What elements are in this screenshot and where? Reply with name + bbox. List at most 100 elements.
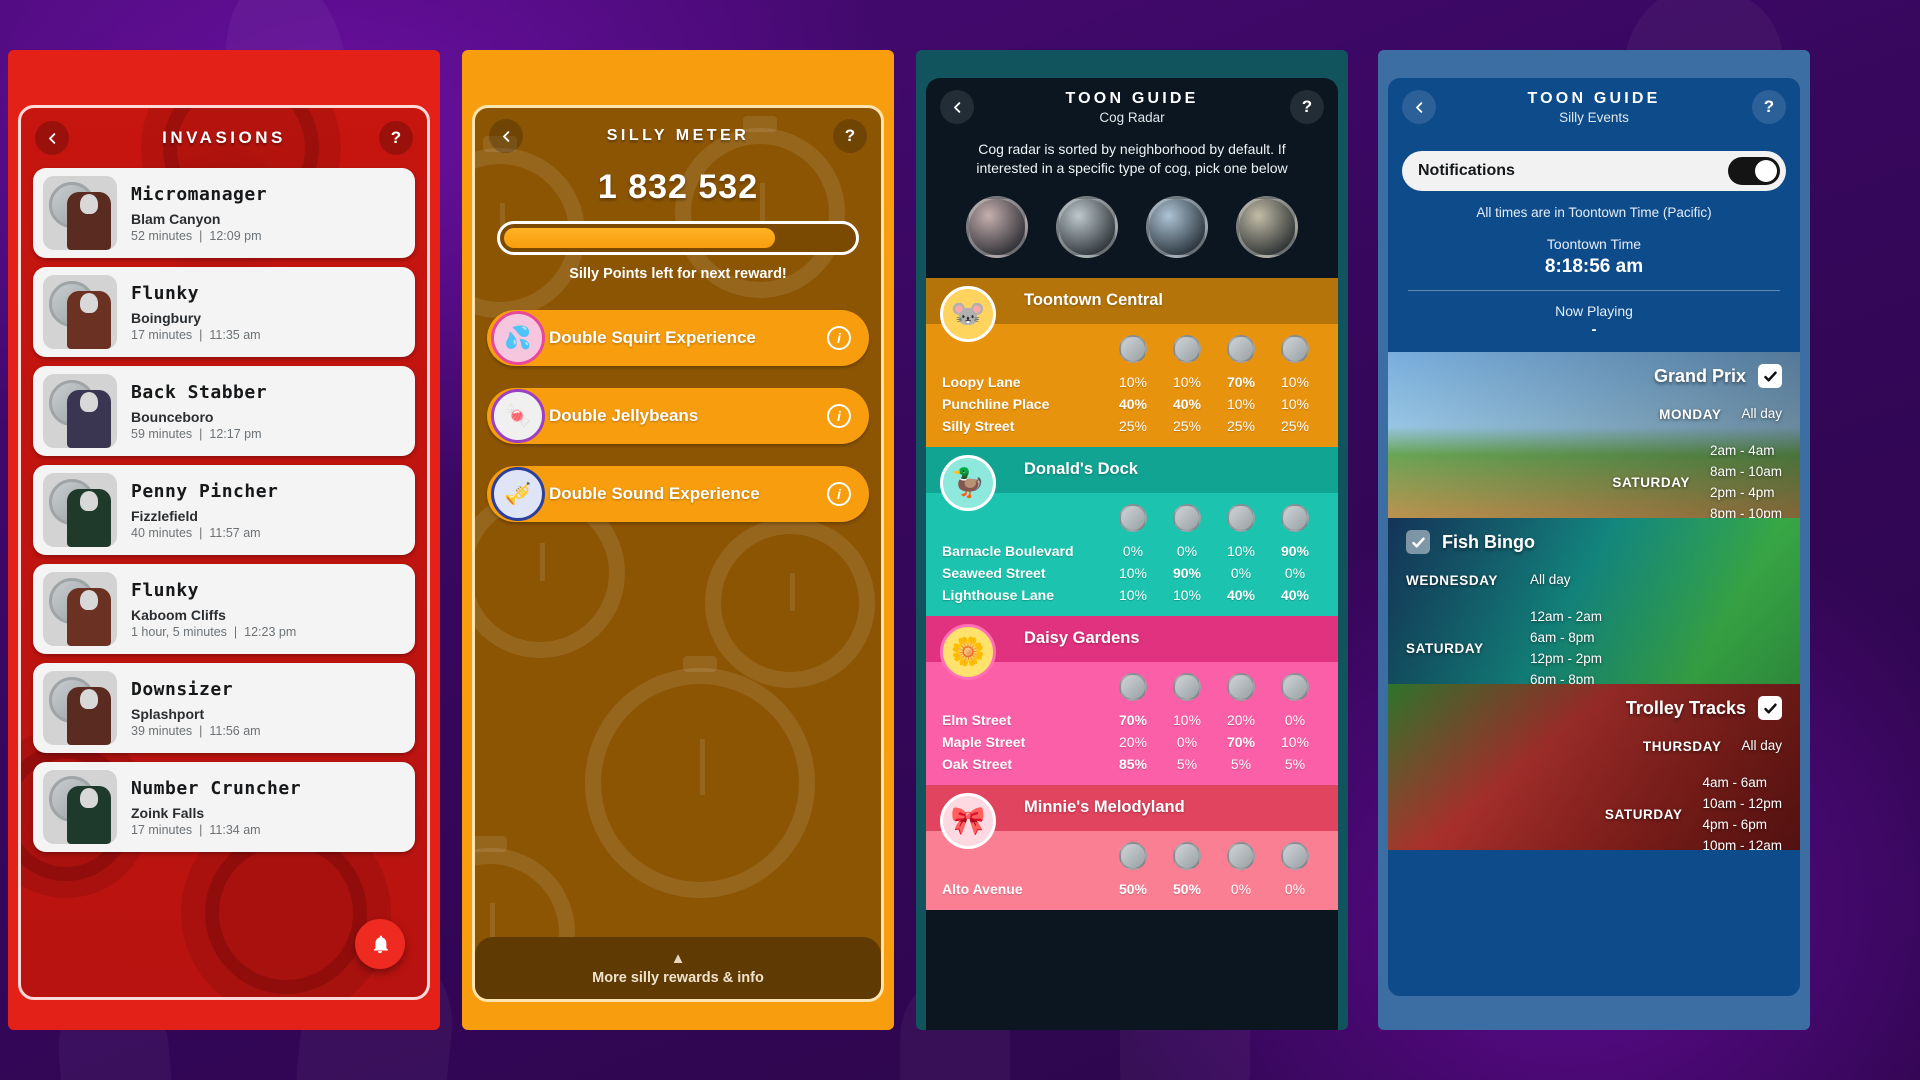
neighborhood-section: 🦆 Donald's Dock Barnacle Boulevard 0% 0% 10% 9… <box>926 446 1338 616</box>
cog-head <box>80 392 98 412</box>
event-tile[interactable]: Fish Bingo WEDNESDAY All day SATURDAY 12am -… <box>1388 518 1800 684</box>
street-row: Silly Street 25% 25% 25% 25% <box>942 415 1322 437</box>
toggle-knob <box>1755 160 1777 182</box>
check-icon <box>1763 703 1777 713</box>
invasion-cog-name: Downsizer <box>131 678 234 700</box>
silly-points-value: 1 832 532 <box>597 168 759 206</box>
neighborhood-section: 🐭 Toontown Central Loopy Lane 10% 10% 70% 10% P… <box>926 277 1338 447</box>
event-checkbox[interactable] <box>1406 530 1430 554</box>
event-tile[interactable]: Trolley Tracks THURSDAY All day SATURDAY 4am… <box>1388 684 1800 850</box>
neighborhood-name: Minnie's Melodyland <box>1024 798 1185 817</box>
street-row: Punchline Place 40% 40% 10% 10% <box>942 393 1322 415</box>
column-header <box>1268 501 1322 540</box>
info-icon[interactable]: i <box>827 482 851 506</box>
event-day: SATURDAY <box>1406 641 1484 657</box>
back-button[interactable] <box>940 90 974 124</box>
silly-reward-row[interactable]: 💦 Double Squirt Experience i <box>487 310 869 366</box>
event-schedule-row: WEDNESDAY All day <box>1406 562 1782 591</box>
bossbot-icon <box>1119 334 1147 363</box>
notifications-toggle[interactable] <box>1728 157 1780 185</box>
invasion-row[interactable]: Flunky Boingbury 17 minutes | 11:35 am <box>33 267 415 357</box>
invasion-timing: 52 minutes | 12:09 pm <box>131 229 405 243</box>
cog-radar-header: TOON GUIDE Cog Radar ? <box>926 78 1338 134</box>
notifications-bell-button[interactable] <box>355 919 405 969</box>
invasion-cog-name: Number Cruncher <box>131 777 302 799</box>
cog-body <box>67 390 111 448</box>
invasion-row[interactable]: Back Stabber Bounceboro 59 minutes | 12:17 p… <box>33 366 415 456</box>
lawbot-icon[interactable] <box>1056 195 1118 258</box>
separator: | <box>199 525 203 540</box>
invasion-district: Kaboom Cliffs <box>131 606 226 623</box>
now-playing-value: - <box>1591 321 1597 338</box>
invasion-row[interactable]: Downsizer Splashport 39 minutes | 11:56 am <box>33 663 415 753</box>
invasion-timing: 39 minutes | 11:56 am <box>131 724 405 738</box>
event-checkbox[interactable] <box>1758 696 1782 720</box>
help-button[interactable]: ? <box>1752 90 1786 124</box>
silly-reward-row[interactable]: 🍬 Double Jellybeans i <box>487 388 869 444</box>
event-time: 12am - 2am <box>1530 608 1603 624</box>
sellbot-icon[interactable] <box>1236 195 1298 258</box>
invasion-start-time: 12:17 pm <box>209 426 262 441</box>
event-name: Fish Bingo <box>1442 531 1535 552</box>
event-time: 10pm - 12am <box>1702 837 1782 850</box>
invasion-row[interactable]: Micromanager Blam Canyon 52 minutes | 12:09 … <box>33 168 415 258</box>
info-icon[interactable]: i <box>827 404 851 428</box>
donald-avatar: 🦆 <box>940 454 996 511</box>
cashbot-icon <box>1227 503 1255 532</box>
column-header <box>1160 501 1214 540</box>
neighborhood-body: Barnacle Boulevard 0% 0% 10% 90% Seaweed Stre… <box>926 492 1338 616</box>
invasion-duration: 1 hour, 5 minutes <box>131 624 227 639</box>
silly-reward-row[interactable]: 🎺 Double Sound Experience i <box>487 466 869 522</box>
event-checkbox[interactable] <box>1758 364 1782 388</box>
cashbot-icon[interactable] <box>1146 195 1208 258</box>
info-icon[interactable]: i <box>827 326 851 350</box>
help-button[interactable]: ? <box>379 121 413 155</box>
column-header <box>1160 332 1214 371</box>
cog-percent-cell: 20% <box>1226 711 1256 728</box>
column-header <box>1160 670 1214 709</box>
street-name: Punchline Place <box>942 395 1050 412</box>
reward-label: Double Jellybeans <box>549 406 699 425</box>
notifications-toggle-row[interactable]: Notifications <box>1402 151 1786 191</box>
more-rewards-button[interactable]: ▲ More silly rewards & info <box>475 937 881 999</box>
invasion-row[interactable]: Flunky Kaboom Cliffs 1 hour, 5 minutes | 12:… <box>33 564 415 654</box>
event-time: 6pm - 8pm <box>1530 671 1595 684</box>
invasion-meta: Downsizer Splashport 39 minutes | 11:56 am <box>131 679 405 738</box>
back-button[interactable] <box>1402 90 1436 124</box>
invasion-timing: 17 minutes | 11:34 am <box>131 823 405 837</box>
invasion-duration: 52 minutes <box>131 228 193 243</box>
help-button[interactable]: ? <box>1290 90 1324 124</box>
bossbot-icon[interactable] <box>966 195 1028 258</box>
invasion-row[interactable]: Penny Pincher Fizzlefield 40 minutes | 11:57… <box>33 465 415 555</box>
invasion-timing: 1 hour, 5 minutes | 12:23 pm <box>131 625 405 639</box>
event-times: All day <box>1530 570 1571 591</box>
event-day: WEDNESDAY <box>1406 572 1498 588</box>
title-group: TOON GUIDE Cog Radar <box>974 90 1290 125</box>
reward-label: Double Sound Experience <box>549 484 760 503</box>
cog-type-filter-row <box>926 178 1338 278</box>
invasion-start-time: 12:09 pm <box>209 228 262 243</box>
now-playing-label: Now Playing <box>1555 303 1633 319</box>
event-tile[interactable]: Grand Prix MONDAY All day SATURDAY 2am - 4am… <box>1388 352 1800 518</box>
cog-head <box>80 788 98 808</box>
separator: | <box>199 723 203 738</box>
invasion-start-time: 11:56 am <box>209 723 261 738</box>
cog-head <box>80 491 98 511</box>
invasion-row[interactable]: Number Cruncher Zoink Falls 17 minutes | 11:… <box>33 762 415 852</box>
neighborhood-name: Daisy Gardens <box>1024 629 1140 648</box>
silly-meter-panel: SILLY METER ? 1 832 532 Silly Points lef… <box>462 50 894 1030</box>
neighborhood-section: 🌼 Daisy Gardens Elm Street 70% 10% 20% 0% Maple… <box>926 615 1338 785</box>
cog-percent-cell: 85% <box>1118 755 1148 772</box>
page-title: TOON GUIDE <box>1527 90 1661 107</box>
invasion-start-time: 11:35 am <box>209 327 261 342</box>
help-button[interactable]: ? <box>833 119 867 153</box>
lawbot-icon <box>1173 334 1201 363</box>
event-time: 12pm - 2pm <box>1530 650 1603 666</box>
street-row: Lighthouse Lane 10% 10% 40% 40% <box>942 584 1322 606</box>
silly-meter-subtitle: Silly Points left for next reward! <box>569 266 787 282</box>
event-schedule-row: MONDAY All day <box>1406 396 1782 425</box>
sellbot-icon <box>1281 503 1309 532</box>
back-button[interactable] <box>489 119 523 153</box>
back-button[interactable] <box>35 121 69 155</box>
silly-events-header: TOON GUIDE Silly Events ? <box>1402 90 1786 125</box>
